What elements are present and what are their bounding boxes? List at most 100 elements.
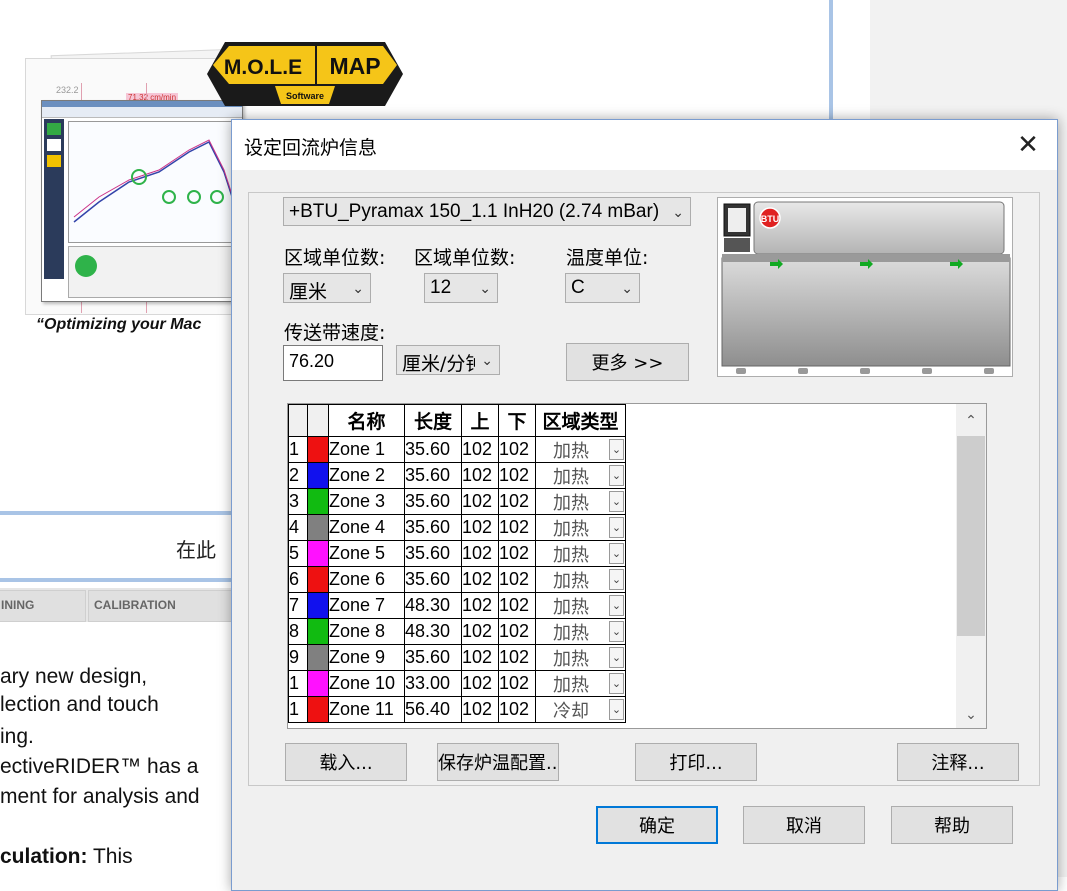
chevron-down-icon[interactable]: ⌄ [609, 517, 624, 538]
zone-type-cell[interactable]: 加热 ⌄ [535, 670, 626, 697]
zone-bottom-temp-cell[interactable]: 102 [498, 696, 536, 723]
zone-length-cell[interactable]: 48.30 [404, 592, 462, 619]
zone-top-temp-cell[interactable]: 102 [461, 436, 499, 463]
header-bottom[interactable]: 下 [498, 404, 536, 437]
close-icon[interactable]: ✕ [999, 120, 1057, 170]
zone-length-cell[interactable]: 56.40 [404, 696, 462, 723]
help-button[interactable]: 帮助 [891, 806, 1013, 844]
zone-bottom-temp-cell[interactable]: 102 [498, 488, 536, 515]
zone-name-cell[interactable]: Zone 11 [328, 696, 405, 723]
zone-name-cell[interactable]: Zone 8 [328, 618, 405, 645]
more-button[interactable]: 更多 >> [566, 343, 689, 381]
zone-top-temp-cell[interactable]: 102 [461, 670, 499, 697]
zone-length-cell[interactable]: 35.60 [404, 566, 462, 593]
zone-top-temp-cell[interactable]: 102 [461, 696, 499, 723]
zone-type-cell[interactable]: 加热 ⌄ [535, 618, 626, 645]
zone-name-cell[interactable]: Zone 1 [328, 436, 405, 463]
zone-row[interactable]: 1 Zone 11 56.40 102 102 冷却 ⌄ [288, 696, 626, 723]
zone-color-swatch[interactable] [307, 644, 329, 671]
zone-name-cell[interactable]: Zone 6 [328, 566, 405, 593]
belt-speed-input[interactable]: 76.20 [283, 345, 383, 381]
zone-type-cell[interactable]: 加热 ⌄ [535, 592, 626, 619]
zone-top-temp-cell[interactable]: 102 [461, 488, 499, 515]
zone-bottom-temp-cell[interactable]: 102 [498, 618, 536, 645]
zone-color-swatch[interactable] [307, 670, 329, 697]
zone-top-temp-cell[interactable]: 102 [461, 514, 499, 541]
zone-length-cell[interactable]: 35.60 [404, 540, 462, 567]
page-tab-calibration[interactable]: CALIBRATION [88, 590, 247, 622]
print-button[interactable]: 打印... [635, 743, 757, 781]
zone-top-temp-cell[interactable]: 102 [461, 618, 499, 645]
scrollbar-thumb[interactable] [957, 436, 985, 636]
zone-color-swatch[interactable] [307, 540, 329, 567]
zone-type-cell[interactable]: 加热 ⌄ [535, 462, 626, 489]
zone-color-swatch[interactable] [307, 566, 329, 593]
zone-length-cell[interactable]: 35.60 [404, 514, 462, 541]
zone-row[interactable]: 5 Zone 5 35.60 102 102 加热 ⌄ [288, 540, 626, 567]
save-oven-config-button[interactable]: 保存炉温配置... [437, 743, 559, 781]
zone-color-swatch[interactable] [307, 462, 329, 489]
header-name[interactable]: 名称 [328, 404, 405, 437]
temp-unit-select[interactable]: C ⌄ [565, 273, 640, 303]
zone-type-cell[interactable]: 加热 ⌄ [535, 540, 626, 567]
zone-color-swatch[interactable] [307, 436, 329, 463]
zone-name-cell[interactable]: Zone 5 [328, 540, 405, 567]
chevron-down-icon[interactable]: ⌄ [609, 569, 624, 590]
zone-length-cell[interactable]: 35.60 [404, 436, 462, 463]
zone-color-swatch[interactable] [307, 514, 329, 541]
chevron-down-icon[interactable]: ⌄ [609, 673, 624, 694]
zone-bottom-temp-cell[interactable]: 102 [498, 644, 536, 671]
zone-type-cell[interactable]: 加热 ⌄ [535, 436, 626, 463]
zone-color-swatch[interactable] [307, 592, 329, 619]
zone-top-temp-cell[interactable]: 102 [461, 540, 499, 567]
zone-bottom-temp-cell[interactable]: 102 [498, 514, 536, 541]
speed-unit-select[interactable]: 厘米/分钟 ⌄ [396, 345, 500, 375]
zone-bottom-temp-cell[interactable]: 102 [498, 566, 536, 593]
header-zone-type[interactable]: 区域类型 [535, 404, 626, 437]
zone-length-cell[interactable]: 35.60 [404, 488, 462, 515]
cancel-button[interactable]: 取消 [743, 806, 865, 844]
chevron-down-icon[interactable]: ⌄ [609, 647, 624, 668]
zone-bottom-temp-cell[interactable]: 102 [498, 436, 536, 463]
zone-row[interactable]: 4 Zone 4 35.60 102 102 加热 ⌄ [288, 514, 626, 541]
zone-type-cell[interactable]: 加热 ⌄ [535, 566, 626, 593]
zone-row[interactable]: 6 Zone 6 35.60 102 102 加热 ⌄ [288, 566, 626, 593]
zone-color-swatch[interactable] [307, 696, 329, 723]
zone-type-cell[interactable]: 加热 ⌄ [535, 488, 626, 515]
oven-model-select[interactable]: +BTU_Pyramax 150_1.1 InH20 (2.74 mBar) ⌄ [283, 197, 691, 226]
zone-name-cell[interactable]: Zone 3 [328, 488, 405, 515]
zone-color-swatch[interactable] [307, 618, 329, 645]
grid-scrollbar[interactable]: ⌃ ⌄ [956, 404, 986, 728]
zone-bottom-temp-cell[interactable]: 102 [498, 592, 536, 619]
scroll-up-icon[interactable]: ⌃ [956, 406, 986, 434]
zone-length-cell[interactable]: 48.30 [404, 618, 462, 645]
zone-top-temp-cell[interactable]: 102 [461, 644, 499, 671]
zone-row[interactable]: 9 Zone 9 35.60 102 102 加热 ⌄ [288, 644, 626, 671]
chevron-down-icon[interactable]: ⌄ [609, 621, 624, 642]
zone-count-select[interactable]: 12 ⌄ [424, 273, 498, 303]
scroll-down-icon[interactable]: ⌄ [956, 700, 986, 728]
zone-name-cell[interactable]: Zone 7 [328, 592, 405, 619]
zone-type-cell[interactable]: 加热 ⌄ [535, 514, 626, 541]
zone-length-cell[interactable]: 35.60 [404, 644, 462, 671]
chevron-down-icon[interactable]: ⌄ [609, 699, 624, 720]
zone-bottom-temp-cell[interactable]: 102 [498, 670, 536, 697]
notes-button[interactable]: 注释... [897, 743, 1019, 781]
ok-button[interactable]: 确定 [596, 806, 718, 844]
zone-row[interactable]: 2 Zone 2 35.60 102 102 加热 ⌄ [288, 462, 626, 489]
zone-color-swatch[interactable] [307, 488, 329, 515]
chevron-down-icon[interactable]: ⌄ [609, 491, 624, 512]
page-tab-training[interactable]: INING [0, 590, 86, 622]
zone-type-cell[interactable]: 加热 ⌄ [535, 644, 626, 671]
zone-type-cell[interactable]: 冷却 ⌄ [535, 696, 626, 723]
zone-name-cell[interactable]: Zone 9 [328, 644, 405, 671]
zone-top-temp-cell[interactable]: 102 [461, 592, 499, 619]
zone-top-temp-cell[interactable]: 102 [461, 566, 499, 593]
zones-grid[interactable]: 名称 长度 上 下 区域类型 1 Zone 1 35.60 102 102 加热 ⌄ 2 Zon… [287, 403, 987, 729]
zone-row[interactable]: 8 Zone 8 48.30 102 102 加热 ⌄ [288, 618, 626, 645]
zone-row[interactable]: 7 Zone 7 48.30 102 102 加热 ⌄ [288, 592, 626, 619]
zone-name-cell[interactable]: Zone 4 [328, 514, 405, 541]
chevron-down-icon[interactable]: ⌄ [609, 543, 624, 564]
zone-bottom-temp-cell[interactable]: 102 [498, 540, 536, 567]
zone-bottom-temp-cell[interactable]: 102 [498, 462, 536, 489]
